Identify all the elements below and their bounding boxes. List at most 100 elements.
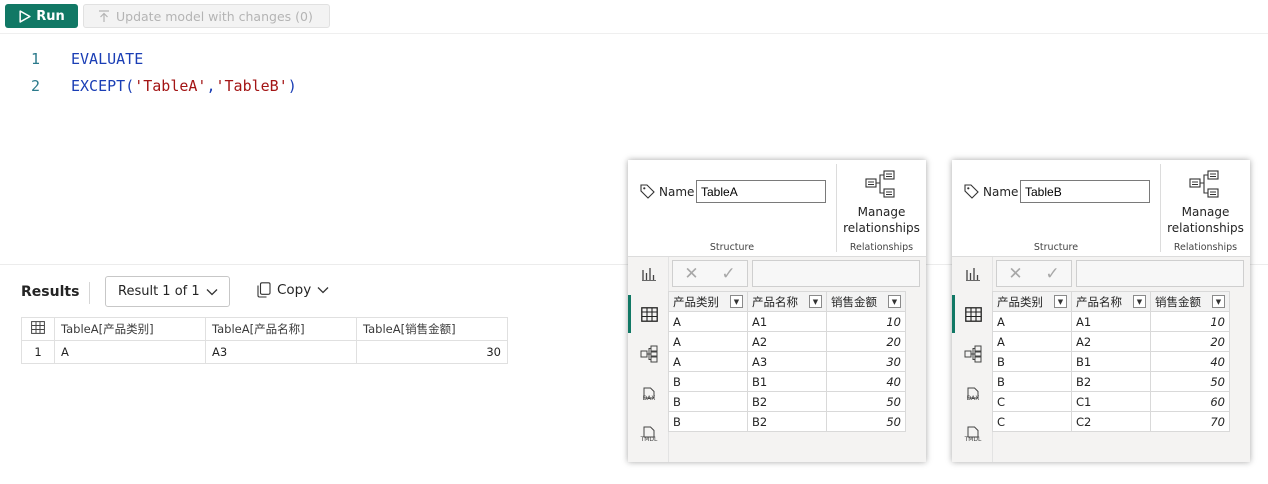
table-cell[interactable]: A xyxy=(668,331,748,352)
filter-dropdown-icon[interactable]: ▼ xyxy=(1054,295,1067,308)
column-header[interactable]: 产品类别 ▼ xyxy=(992,291,1072,312)
filter-dropdown-icon[interactable]: ▼ xyxy=(809,295,822,308)
tmdl-view-icon[interactable]: TMDL xyxy=(964,423,982,445)
column-header[interactable]: TableA[产品类别] xyxy=(54,317,206,341)
table-cell[interactable]: B2 xyxy=(747,411,827,432)
table-cell[interactable]: A xyxy=(992,311,1072,332)
table-cell[interactable]: 50 xyxy=(826,391,906,412)
model-view-icon[interactable] xyxy=(964,345,982,363)
manage-label: relationships xyxy=(1167,221,1244,235)
column-header[interactable]: 产品名称 ▼ xyxy=(747,291,827,312)
table-cell[interactable]: 30 xyxy=(826,351,906,372)
commit-icon[interactable]: ✓ xyxy=(721,264,735,284)
table-cell[interactable]: A1 xyxy=(747,311,827,332)
structure-group-label: Structure xyxy=(1033,242,1079,253)
manage-relationships-icon[interactable] xyxy=(865,170,897,200)
table-cell[interactable]: B xyxy=(992,371,1072,392)
table-cell[interactable]: C2 xyxy=(1071,411,1151,432)
table-cell[interactable]: B2 xyxy=(747,391,827,412)
code-line-1[interactable]: 1 EVALUATE xyxy=(0,46,143,72)
column-header-label: 产品类别 xyxy=(673,294,719,309)
column-header-label: 产品名称 xyxy=(1076,294,1122,309)
filter-dropdown-icon[interactable]: ▼ xyxy=(1212,295,1225,308)
column-header[interactable]: 销售金额 ▼ xyxy=(826,291,906,312)
table-corner-icon[interactable] xyxy=(21,317,55,341)
table-cell[interactable]: 40 xyxy=(826,371,906,392)
column-header[interactable]: 产品类别 ▼ xyxy=(668,291,748,312)
code-token: 'TableB' xyxy=(215,77,288,95)
table-view-icon[interactable] xyxy=(640,305,658,323)
table-view-icon[interactable] xyxy=(964,305,982,323)
table-cell[interactable]: 40 xyxy=(1150,351,1230,372)
cancel-icon[interactable]: ✕ xyxy=(684,264,698,284)
filter-dropdown-icon[interactable]: ▼ xyxy=(1133,295,1146,308)
table-cell[interactable]: B xyxy=(992,351,1072,372)
filter-dropdown-icon[interactable]: ▼ xyxy=(730,295,743,308)
table-name-input[interactable] xyxy=(696,180,826,203)
table-cell[interactable]: A1 xyxy=(1071,311,1151,332)
model-view-icon[interactable] xyxy=(640,345,658,363)
table-cell[interactable]: 50 xyxy=(826,411,906,432)
tag-icon xyxy=(964,184,979,199)
dax-query-view-icon[interactable]: DAX xyxy=(640,383,658,405)
manage-relationships-button[interactable]: Manage relationships xyxy=(837,204,926,236)
table-row: A A3 30 xyxy=(668,351,906,372)
code-token: , xyxy=(206,77,216,95)
table-cell[interactable]: A xyxy=(992,331,1072,352)
table-cell[interactable]: C1 xyxy=(1071,391,1151,412)
run-button[interactable]: Run xyxy=(5,4,78,28)
tmdl-view-icon[interactable]: TMDL xyxy=(640,423,658,445)
active-view-indicator xyxy=(628,295,631,333)
formula-input[interactable] xyxy=(752,260,920,287)
table-cell[interactable]: 20 xyxy=(1150,331,1230,352)
code-line-2[interactable]: 2 EXCEPT('TableA', 'TableB') xyxy=(0,73,297,99)
table-cell[interactable]: 10 xyxy=(1150,311,1230,332)
result-selector-dropdown[interactable]: Result 1 of 1 xyxy=(105,276,230,307)
table-cell[interactable]: 20 xyxy=(826,331,906,352)
column-header[interactable]: TableA[产品名称] xyxy=(205,317,357,341)
table-cell[interactable]: C xyxy=(992,391,1072,412)
column-header[interactable]: 产品名称 ▼ xyxy=(1071,291,1151,312)
table-cell[interactable]: B2 xyxy=(1071,371,1151,392)
copy-button[interactable]: Copy xyxy=(257,282,329,298)
formula-input[interactable] xyxy=(1076,260,1244,287)
filter-dropdown-icon[interactable]: ▼ xyxy=(888,295,901,308)
table-cell[interactable]: B1 xyxy=(747,371,827,392)
table-cell[interactable]: A3 xyxy=(747,351,827,372)
table-cell[interactable]: A xyxy=(668,351,748,372)
table-cell[interactable]: 70 xyxy=(1150,411,1230,432)
table-cell[interactable]: B xyxy=(668,371,748,392)
manage-relationships-button[interactable]: Manage relationships xyxy=(1161,204,1250,236)
formula-bar: ✕ ✓ xyxy=(996,260,1244,288)
table-cell[interactable]: A2 xyxy=(1071,331,1151,352)
dax-query-view-icon[interactable]: DAX xyxy=(964,383,982,405)
table-cell[interactable]: A2 xyxy=(747,331,827,352)
name-label: Name xyxy=(659,184,695,199)
cancel-icon[interactable]: ✕ xyxy=(1008,264,1022,284)
name-label-group: Name xyxy=(964,184,1018,199)
grid-body: A A1 10 A A2 20 A A3 30 B B1 40 B B2 50 B B2 50 xyxy=(668,311,906,432)
report-view-icon[interactable] xyxy=(640,265,658,283)
table-cell[interactable]: A xyxy=(668,311,748,332)
update-model-button[interactable]: Update model with changes (0) xyxy=(83,4,330,28)
manage-relationships-icon[interactable] xyxy=(1189,170,1221,200)
copy-label: Copy xyxy=(277,282,312,298)
column-header[interactable]: 销售金额 ▼ xyxy=(1150,291,1230,312)
table-row: B B2 50 xyxy=(992,371,1230,392)
table-cell[interactable]: 50 xyxy=(1150,371,1230,392)
table-cell[interactable]: B xyxy=(668,411,748,432)
table-row: C C1 60 xyxy=(992,391,1230,412)
table-cell[interactable]: 60 xyxy=(1150,391,1230,412)
table-name-input[interactable] xyxy=(1020,180,1150,203)
commit-icon[interactable]: ✓ xyxy=(1045,264,1059,284)
ribbon: Name Manage relationships Structure Rela… xyxy=(952,160,1250,257)
report-view-icon[interactable] xyxy=(964,265,982,283)
column-header-label: 销售金额 xyxy=(831,294,877,309)
table-cell[interactable]: B1 xyxy=(1071,351,1151,372)
result-selector-label: Result 1 of 1 xyxy=(118,284,200,299)
column-header[interactable]: TableA[销售金额] xyxy=(356,317,508,341)
table-cell: A xyxy=(54,340,206,364)
table-cell[interactable]: C xyxy=(992,411,1072,432)
table-cell[interactable]: B xyxy=(668,391,748,412)
table-cell[interactable]: 10 xyxy=(826,311,906,332)
